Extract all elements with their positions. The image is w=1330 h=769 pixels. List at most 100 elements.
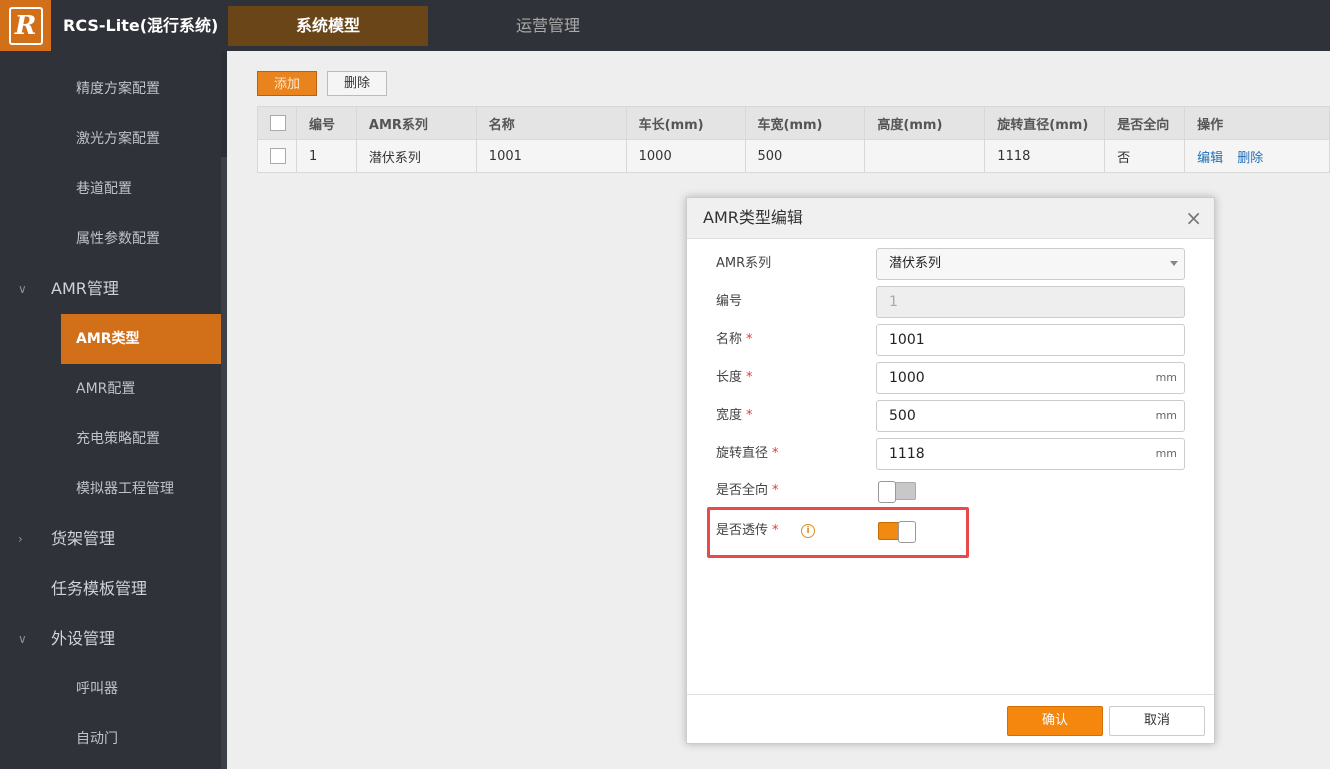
series-select[interactable]: 潜伏系列: [876, 248, 1185, 280]
field-label-text: 宽度: [716, 408, 743, 423]
tab-system-model[interactable]: 系统模型: [228, 6, 428, 46]
required-mark: *: [772, 483, 779, 498]
logo-icon: R: [8, 6, 43, 45]
select-all-cell[interactable]: [257, 106, 297, 140]
dialog-title: AMR类型编辑: [703, 208, 803, 227]
field-label-text: 长度: [716, 370, 743, 385]
field-diameter: 旋转直径 * 1118 mm: [716, 438, 1186, 470]
close-icon[interactable]: ×: [1185, 198, 1202, 238]
field-label: 编号: [716, 294, 743, 309]
sidebar-item-caller[interactable]: 呼叫器: [0, 664, 221, 714]
column-header[interactable]: 高度(mm): [864, 106, 986, 140]
delete-button[interactable]: 删除: [327, 71, 387, 96]
table-row[interactable]: 1 潜伏系列 1001 1000 500 1118 否 编辑 删除: [257, 139, 1330, 173]
sidebar-item-amr-config[interactable]: AMR配置: [0, 364, 221, 414]
diameter-value: 1118: [889, 446, 925, 462]
omni-toggle[interactable]: [878, 481, 916, 503]
length-input[interactable]: 1000 mm: [876, 362, 1185, 394]
field-series: AMR系列 潜伏系列: [716, 248, 1186, 280]
required-mark: *: [746, 370, 753, 385]
app-logo[interactable]: R: [0, 0, 51, 51]
field-label: 名称 *: [716, 324, 753, 356]
chevron-down-icon: ∨: [18, 632, 27, 646]
highlight-box: [707, 507, 969, 558]
field-name: 名称 * 1001: [716, 324, 1186, 356]
sidebar-item-charging[interactable]: 充电策略配置: [0, 414, 221, 464]
column-header[interactable]: 旋转直径(mm): [984, 106, 1106, 140]
column-header[interactable]: 编号: [295, 106, 357, 140]
field-label-text: 旋转直径: [716, 446, 769, 461]
field-label: 长度 *: [716, 362, 753, 394]
sidebar-group-amr[interactable]: ∨ AMR管理: [0, 264, 221, 314]
field-label-text: 名称: [716, 332, 743, 347]
required-mark: *: [772, 446, 779, 461]
caret-down-icon: [1170, 261, 1178, 266]
field-label-text: 是否全向: [716, 483, 769, 498]
row-select-cell[interactable]: [257, 139, 297, 173]
width-input[interactable]: 500 mm: [876, 400, 1185, 432]
diameter-input[interactable]: 1118 mm: [876, 438, 1185, 470]
table-header-row: 编号 AMR系列 名称 车长(mm) 车宽(mm) 高度(mm) 旋转直径(mm…: [257, 106, 1330, 140]
cell-actions: 编辑 删除: [1184, 139, 1330, 173]
unit-label: mm: [1155, 371, 1177, 384]
select-all-checkbox[interactable]: [270, 115, 286, 131]
sidebar: 精度方案配置 激光方案配置 巷道配置 属性参数配置 ∨ AMR管理 AMR类型 …: [0, 51, 236, 769]
sidebar-group-label: 外设管理: [51, 629, 116, 648]
cell-omni: 否: [1104, 139, 1186, 173]
cell-id: 1: [295, 139, 357, 173]
sidebar-item-precision[interactable]: 精度方案配置: [0, 64, 221, 114]
field-label: 宽度 *: [716, 400, 753, 432]
sidebar-group-label: AMR管理: [51, 279, 119, 298]
sidebar-group-shelf[interactable]: › 货架管理: [0, 514, 221, 564]
delete-link[interactable]: 删除: [1237, 151, 1263, 166]
edit-link[interactable]: 编辑: [1197, 151, 1223, 166]
field-omni: 是否全向 *: [716, 475, 1186, 507]
field-width: 宽度 * 500 mm: [716, 400, 1186, 432]
dialog-footer-divider: [687, 694, 1214, 695]
top-bar: R RCS-Lite(混行系统) 系统模型 运营管理: [0, 0, 1330, 51]
column-header[interactable]: AMR系列: [355, 106, 477, 140]
cell-name: 1001: [475, 139, 627, 173]
sidebar-item-simulator[interactable]: 模拟器工程管理: [0, 464, 221, 514]
unit-label: mm: [1155, 409, 1177, 422]
chevron-right-icon: ›: [18, 532, 23, 546]
column-header: 操作: [1184, 106, 1330, 140]
add-button[interactable]: 添加: [257, 71, 317, 96]
code-input: 1: [876, 286, 1185, 318]
cell-length: 1000: [625, 139, 746, 173]
unit-label: mm: [1155, 447, 1177, 460]
column-header[interactable]: 名称: [475, 106, 627, 140]
cell-series: 潜伏系列: [355, 139, 477, 173]
length-value: 1000: [889, 370, 925, 386]
toggle-knob: [878, 481, 896, 503]
field-label: 是否全向 *: [716, 475, 779, 507]
confirm-button[interactable]: 确认: [1007, 706, 1103, 736]
cell-height: [864, 139, 986, 173]
sidebar-group-task-template[interactable]: 任务模板管理: [0, 564, 221, 614]
width-value: 500: [889, 408, 916, 424]
sidebar-item-attributes[interactable]: 属性参数配置: [0, 214, 221, 264]
sidebar-item-amr-type[interactable]: AMR类型: [61, 314, 236, 364]
column-header[interactable]: 车长(mm): [625, 106, 746, 140]
field-label: 旋转直径 *: [716, 438, 779, 470]
sidebar-group-peripheral[interactable]: ∨ 外设管理: [0, 614, 221, 664]
tab-operations[interactable]: 运营管理: [448, 6, 648, 46]
cancel-button[interactable]: 取消: [1109, 706, 1205, 736]
name-input[interactable]: 1001: [876, 324, 1185, 356]
field-label: AMR系列: [716, 256, 772, 271]
series-select-value: 潜伏系列: [889, 256, 942, 271]
sidebar-item-aisle[interactable]: 巷道配置: [0, 164, 221, 214]
sidebar-item-laser[interactable]: 激光方案配置: [0, 114, 221, 164]
sidebar-item-auto-door[interactable]: 自动门: [0, 714, 221, 764]
required-mark: *: [746, 408, 753, 423]
required-mark: *: [746, 332, 753, 347]
column-header[interactable]: 车宽(mm): [744, 106, 866, 140]
amr-type-table: 编号 AMR系列 名称 车长(mm) 车宽(mm) 高度(mm) 旋转直径(mm…: [257, 106, 1330, 173]
amr-type-edit-dialog: AMR类型编辑 × AMR系列 潜伏系列 编号 1 名称 * 1001 长度 * 1…: [686, 197, 1215, 744]
row-checkbox[interactable]: [270, 148, 286, 164]
dialog-header: AMR类型编辑 ×: [687, 198, 1214, 239]
column-header[interactable]: 是否全向: [1104, 106, 1186, 140]
chevron-down-icon: ∨: [18, 282, 27, 296]
cell-diameter: 1118: [984, 139, 1106, 173]
field-code: 编号 1: [716, 286, 1186, 318]
